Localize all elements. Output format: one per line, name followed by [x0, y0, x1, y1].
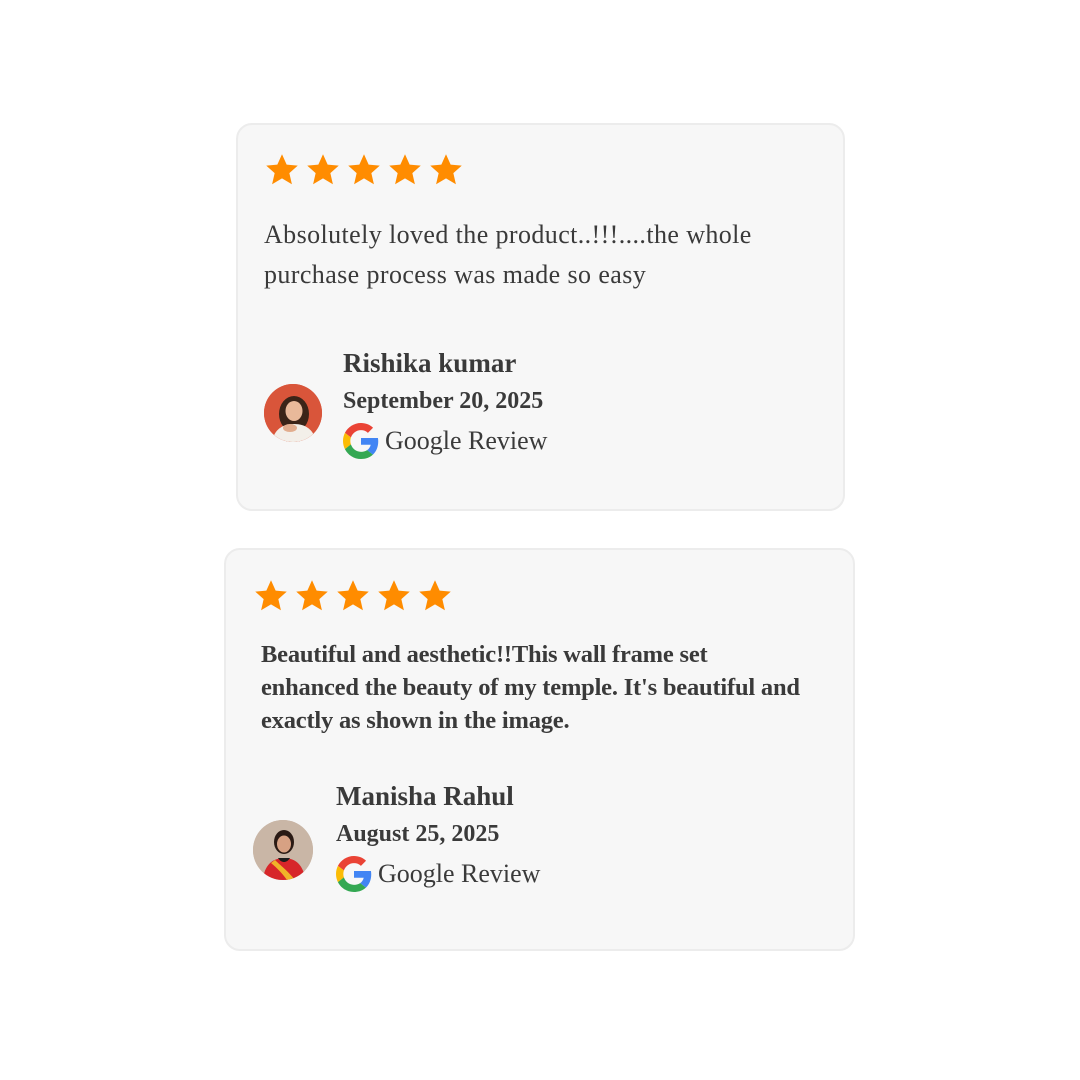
star-rating: [264, 152, 464, 188]
review-card: Absolutely loved the product..!!!....the…: [236, 123, 845, 511]
profile-photo-icon: [264, 384, 322, 442]
review-source-label: Google Review: [385, 426, 548, 455]
avatar: [253, 820, 313, 880]
star-icon: [255, 580, 287, 611]
review-card: Beautiful and aesthetic!!This wall frame…: [224, 548, 855, 951]
review-text: Absolutely loved the product..!!!....the…: [264, 220, 752, 289]
reviewer-info: Manisha Rahul August 25, 2025 Google Rev…: [336, 780, 540, 892]
star-icon: [378, 580, 410, 611]
star-rating: [253, 578, 453, 614]
star-icon: [348, 154, 380, 185]
review-source: Google Review: [343, 423, 547, 459]
profile-photo-icon: [253, 820, 313, 880]
star-icon: [419, 580, 451, 611]
reviews-page: Absolutely loved the product..!!!....the…: [0, 0, 1080, 1080]
star-icon: [389, 154, 421, 185]
review-source-label: Google Review: [378, 859, 541, 888]
star-icon: [430, 154, 462, 185]
review-date: August 25, 2025: [336, 821, 500, 847]
reviewer-info: Rishika kumar September 20, 2025 Google …: [343, 347, 547, 459]
star-icon: [296, 580, 328, 611]
google-icon: [336, 856, 372, 892]
review-date: September 20, 2025: [343, 388, 544, 414]
review-source: Google Review: [336, 856, 540, 892]
review-text: Beautiful and aesthetic!!This wall frame…: [261, 641, 800, 734]
star-icon: [266, 154, 298, 185]
reviewer-name: Rishika kumar: [343, 348, 517, 378]
star-icon: [307, 154, 339, 185]
star-icon: [337, 580, 369, 611]
avatar: [264, 384, 322, 442]
reviewer-name: Manisha Rahul: [336, 781, 514, 811]
google-icon: [343, 423, 379, 459]
